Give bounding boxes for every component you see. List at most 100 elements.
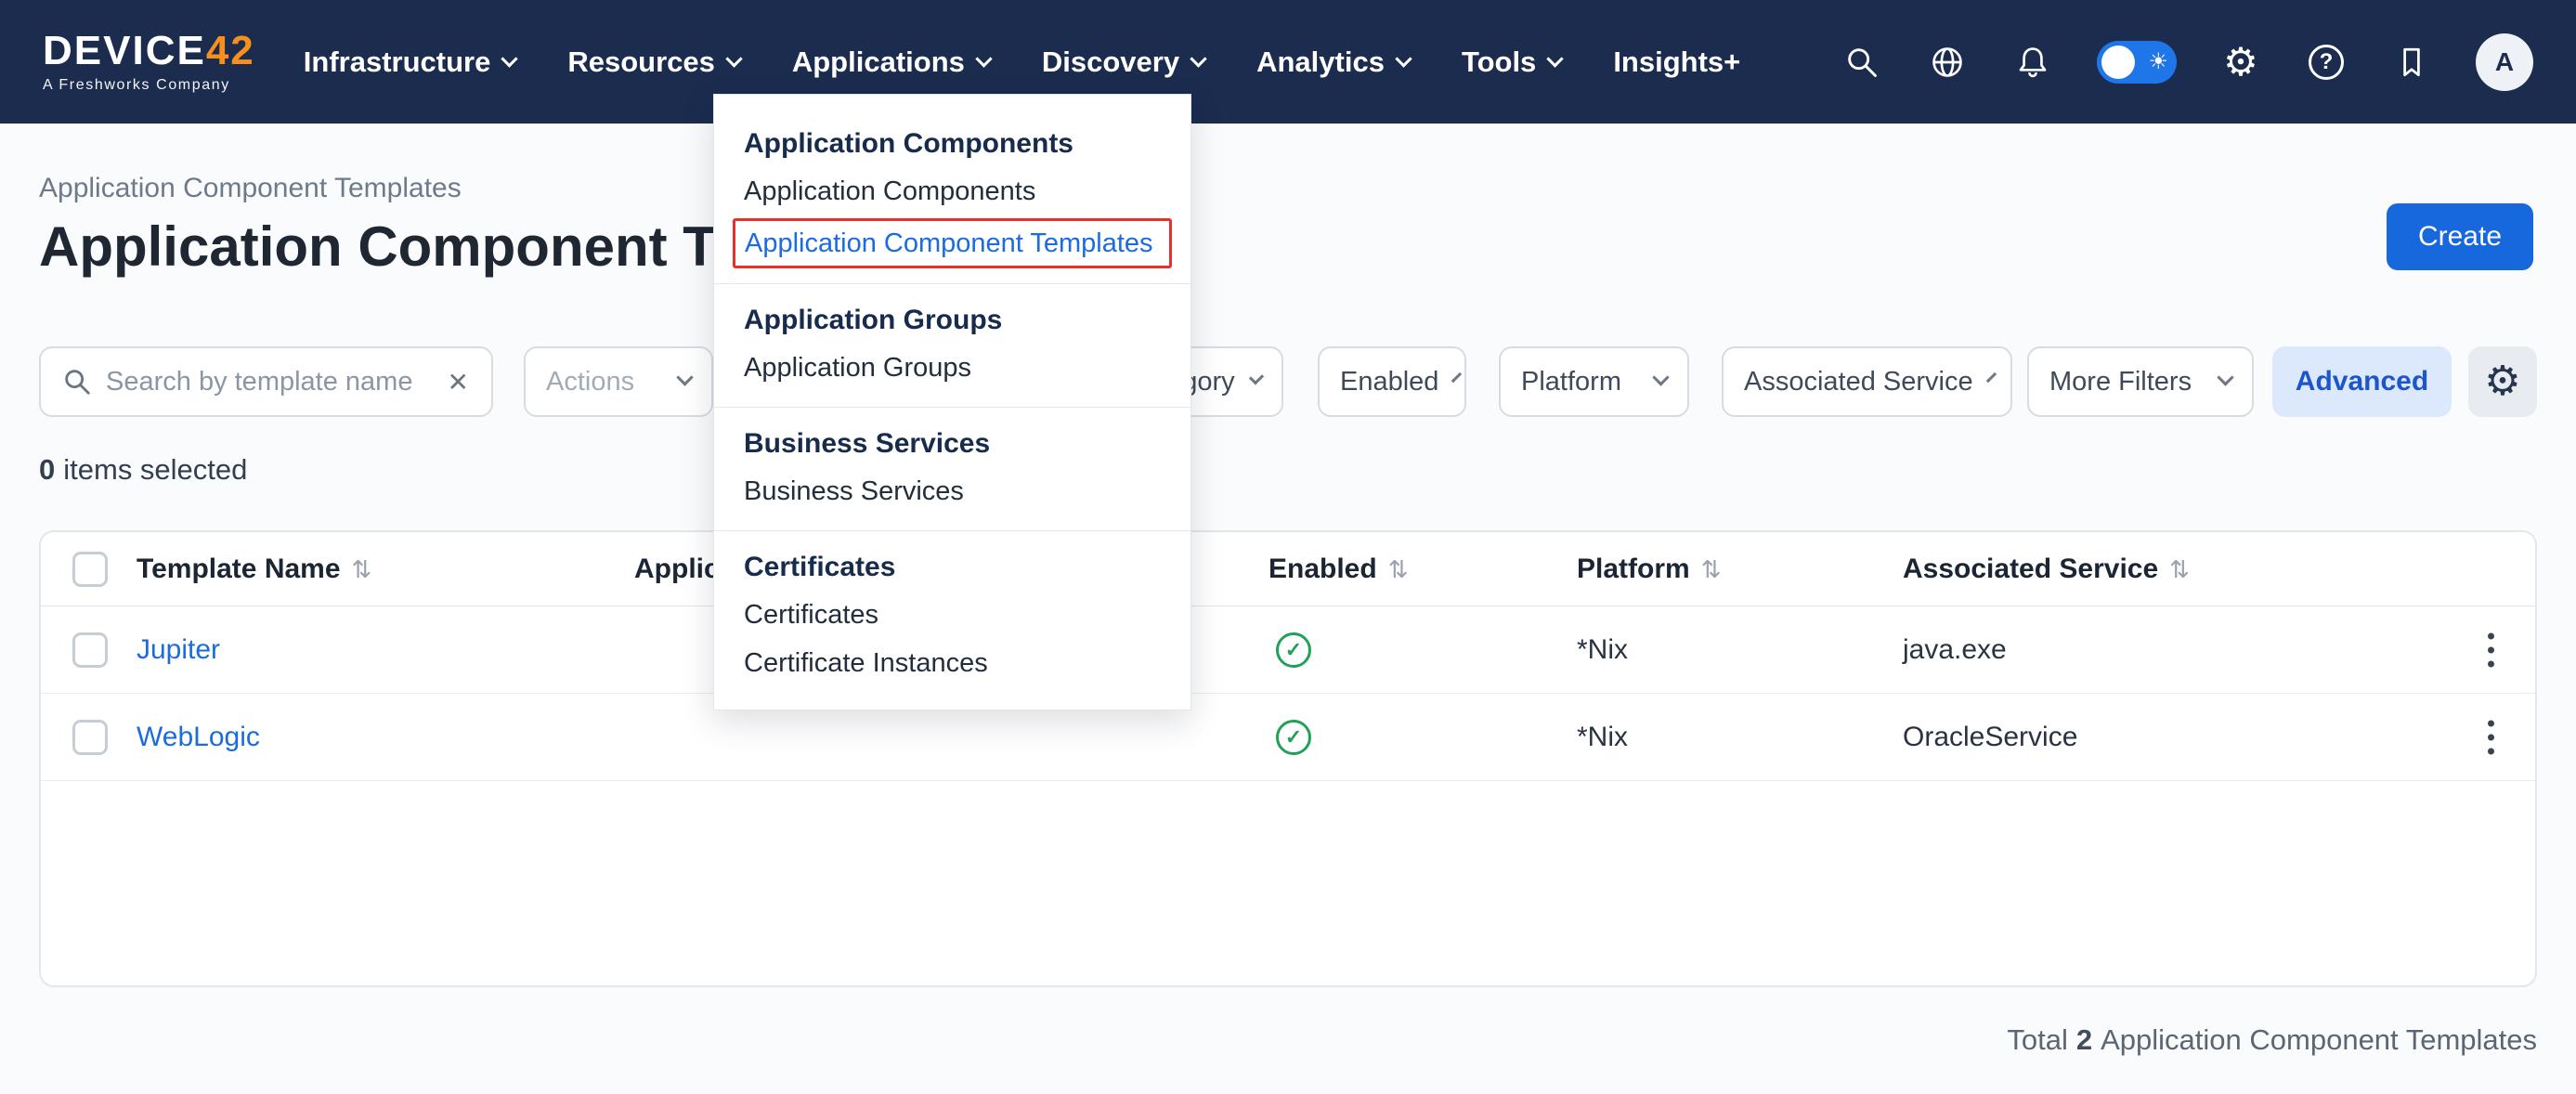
nav-label: Resources xyxy=(567,46,715,79)
brand-device-text: DEVICE xyxy=(43,28,206,73)
app-root: DEVICE42 A Freshworks Company Infrastruc… xyxy=(0,0,2576,1094)
nav-infrastructure[interactable]: Infrastructure xyxy=(304,46,516,79)
column-label: Platform xyxy=(1577,554,1690,584)
sort-icon[interactable]: ⇅ xyxy=(352,555,372,583)
enabled-filter-dropdown[interactable]: Enabled xyxy=(1318,346,1466,417)
enabled-filter-label: Enabled xyxy=(1340,367,1438,397)
bookmark-icon[interactable] xyxy=(2390,41,2433,84)
sort-icon[interactable]: ⇅ xyxy=(1701,555,1722,583)
table-settings-button[interactable]: ⚙ xyxy=(2468,346,2537,417)
search-icon[interactable] xyxy=(1841,41,1883,84)
applications-dropdown-menu: Application Components Application Compo… xyxy=(713,94,1191,710)
clear-search-icon[interactable]: ✕ xyxy=(446,367,471,397)
nav-label: Discovery xyxy=(1042,46,1179,79)
advanced-button[interactable]: Advanced xyxy=(2272,346,2452,417)
selected-count: 0 xyxy=(39,453,55,487)
row-checkbox[interactable] xyxy=(72,632,108,668)
table-row: WebLogic ✓ *Nix OracleService xyxy=(41,694,2535,781)
chevron-down-icon xyxy=(1249,370,1264,384)
chevron-down-icon xyxy=(1985,372,1996,383)
actions-dropdown[interactable]: Actions xyxy=(524,346,713,417)
chevron-down-icon xyxy=(725,50,742,67)
help-icon[interactable]: ? xyxy=(2305,41,2348,84)
globe-icon[interactable] xyxy=(1926,41,1969,84)
template-search-box[interactable]: ✕ xyxy=(39,346,493,417)
sort-icon[interactable]: ⇅ xyxy=(1388,555,1409,583)
row-checkbox[interactable] xyxy=(72,720,108,755)
nav-insights[interactable]: Insights+ xyxy=(1613,46,1740,79)
sort-icon[interactable]: ⇅ xyxy=(2169,555,2190,583)
menu-item-business-services[interactable]: Business Services xyxy=(744,467,1172,515)
create-button[interactable]: Create xyxy=(2387,203,2533,270)
brand-wordmark: DEVICE42 xyxy=(43,31,255,72)
menu-item-application-groups[interactable]: Application Groups xyxy=(744,344,1172,392)
template-link-jupiter[interactable]: Jupiter xyxy=(137,634,220,666)
chevron-down-icon xyxy=(1395,50,1412,67)
nav-label: Analytics xyxy=(1256,46,1385,79)
chevron-down-icon xyxy=(676,369,693,385)
total-prefix: Total xyxy=(2007,1023,2067,1057)
nav-discovery[interactable]: Discovery xyxy=(1042,46,1204,79)
user-avatar[interactable]: A xyxy=(2476,33,2533,91)
nav-label: Insights+ xyxy=(1613,46,1740,79)
enabled-check-icon: ✓ xyxy=(1276,720,1311,755)
column-label: Associated Service xyxy=(1903,554,2158,584)
nav-applications[interactable]: Applications xyxy=(792,46,990,79)
menu-divider xyxy=(714,530,1190,531)
menu-item-application-components[interactable]: Application Components xyxy=(744,167,1172,215)
nav-analytics[interactable]: Analytics xyxy=(1256,46,1410,79)
menu-section-application-components: Application Components Application Compo… xyxy=(714,128,1190,268)
theme-toggle[interactable]: ☀ xyxy=(2097,41,2177,84)
row-actions-kebab-icon[interactable] xyxy=(2472,716,2509,758)
nav-utilities: ☀ ⚙ ? A xyxy=(1841,33,2533,91)
column-template-name: Template Name ⇅ xyxy=(137,554,371,585)
nav-label: Applications xyxy=(792,46,965,79)
nav-resources[interactable]: Resources xyxy=(567,46,740,79)
menu-divider xyxy=(714,407,1190,408)
settings-gear-icon[interactable]: ⚙ xyxy=(2219,41,2262,84)
nav-label: Infrastructure xyxy=(304,46,491,79)
menu-divider xyxy=(714,283,1190,284)
search-icon xyxy=(61,366,93,397)
row-actions-kebab-icon[interactable] xyxy=(2472,629,2509,671)
device42-logo[interactable]: DEVICE42 A Freshworks Company xyxy=(43,31,255,94)
chevron-down-icon xyxy=(1451,372,1462,383)
menu-item-certificates[interactable]: Certificates xyxy=(744,591,1172,639)
toggle-knob xyxy=(2101,46,2135,79)
menu-header-application-components: Application Components xyxy=(744,128,1172,160)
menu-item-certificate-instances[interactable]: Certificate Instances xyxy=(744,639,1172,687)
template-link-weblogic[interactable]: WebLogic xyxy=(137,722,260,753)
column-associated-service: Associated Service ⇅ xyxy=(1903,554,2190,585)
notifications-bell-icon[interactable] xyxy=(2011,41,2054,84)
nav-tools[interactable]: Tools xyxy=(1462,46,1561,79)
more-filters-label: More Filters xyxy=(2049,367,2192,397)
enabled-check-icon: ✓ xyxy=(1276,632,1311,668)
platform-value: *Nix xyxy=(1577,634,1628,666)
chevron-down-icon xyxy=(1190,50,1206,67)
column-enabled: Enabled⇅ xyxy=(1268,554,1409,585)
total-suffix: Application Component Templates xyxy=(2101,1023,2537,1057)
selection-summary: 0 items selected xyxy=(39,453,247,487)
platform-value: *Nix xyxy=(1577,722,1628,753)
menu-section-business-services: Business Services Business Services xyxy=(714,428,1190,515)
total-count: 2 xyxy=(2076,1023,2092,1057)
associated-service-value: OracleService xyxy=(1903,722,2077,753)
menu-item-application-component-templates[interactable]: Application Component Templates xyxy=(733,218,1172,268)
brand-42-text: 42 xyxy=(206,28,255,73)
table-header-row: Template Name⇅ Application Components⇅ E… xyxy=(41,532,2535,606)
menu-header-business-services: Business Services xyxy=(744,428,1172,460)
column-label: Template Name xyxy=(137,554,341,584)
search-input[interactable] xyxy=(106,367,433,397)
platform-filter-label: Platform xyxy=(1521,367,1621,397)
select-all-checkbox[interactable] xyxy=(72,552,108,587)
associated-service-value: java.exe xyxy=(1903,634,2007,666)
menu-header-certificates: Certificates xyxy=(744,552,1172,583)
templates-table: Template Name⇅ Application Components⇅ E… xyxy=(39,530,2537,987)
gear-icon: ⚙ xyxy=(2484,361,2520,402)
chevron-down-icon xyxy=(975,50,992,67)
more-filters-dropdown[interactable]: More Filters xyxy=(2027,346,2254,417)
chevron-down-icon xyxy=(1652,369,1669,385)
platform-filter-dropdown[interactable]: Platform xyxy=(1499,346,1689,417)
associated-service-filter-dropdown[interactable]: Associated Service xyxy=(1722,346,2012,417)
primary-nav: Infrastructure Resources Applications Di… xyxy=(304,46,1740,79)
